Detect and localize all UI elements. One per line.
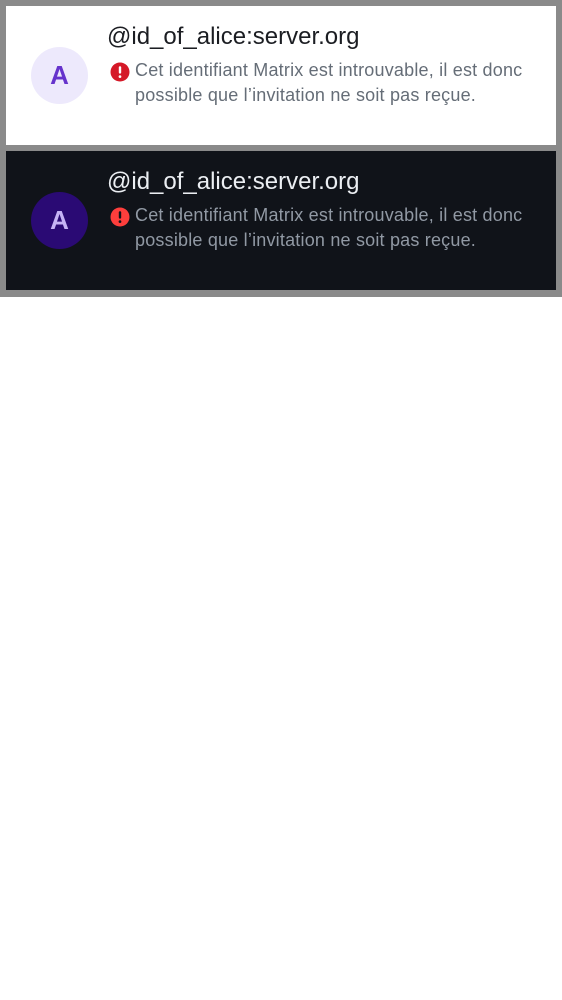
preview-frame: A @id_of_alice:server.org Cet identifian… — [0, 0, 562, 297]
invite-user-row-dark[interactable]: A @id_of_alice:server.org Cet identifian… — [6, 151, 556, 290]
user-id-label: @id_of_alice:server.org — [107, 23, 360, 50]
error-icon — [110, 207, 130, 227]
avatar: A — [31, 47, 88, 104]
invite-user-row-light[interactable]: A @id_of_alice:server.org Cet identifian… — [6, 6, 556, 145]
error-icon — [110, 62, 130, 82]
warning-message: Cet identifiant Matrix est introuvable, … — [135, 205, 523, 250]
user-id-label: @id_of_alice:server.org — [107, 168, 360, 195]
warning-message: Cet identifiant Matrix est introuvable, … — [135, 60, 523, 105]
avatar: A — [31, 192, 88, 249]
